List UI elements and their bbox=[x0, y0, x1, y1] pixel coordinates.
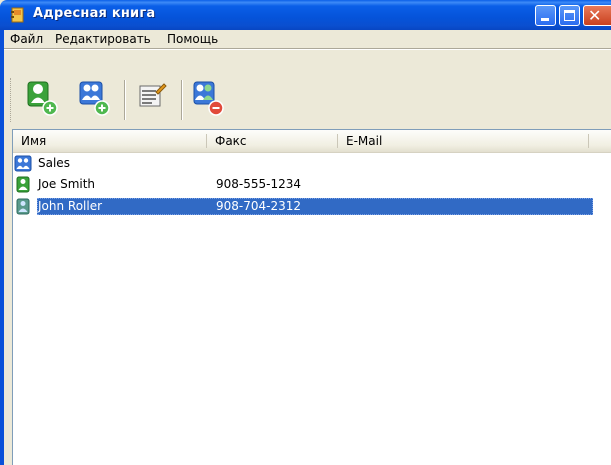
contact-list[interactable]: Имя Факс E-Mail Sales Joe Smith 908-555-… bbox=[12, 129, 611, 465]
close-button[interactable]: ✕ bbox=[583, 5, 611, 26]
contact-name: Sales bbox=[38, 156, 70, 170]
contact-fax: 908-555-1234 bbox=[216, 177, 302, 191]
close-icon: ✕ bbox=[588, 6, 602, 25]
menu-file[interactable]: Файл bbox=[10, 32, 43, 46]
column-header-email[interactable]: E-Mail bbox=[338, 130, 588, 152]
delete-contact-icon bbox=[193, 81, 224, 116]
add-contact-button[interactable] bbox=[22, 72, 66, 124]
maximize-icon bbox=[564, 10, 575, 21]
menu-separator-highlight bbox=[4, 49, 611, 50]
add-group-icon bbox=[79, 81, 110, 116]
column-separator[interactable] bbox=[588, 134, 589, 148]
window-title: Адресная книга bbox=[33, 6, 156, 21]
column-header-fax[interactable]: Факс bbox=[207, 130, 337, 152]
contact-icon bbox=[16, 198, 30, 215]
contact-icon bbox=[16, 176, 30, 193]
toolbar-divider bbox=[181, 80, 183, 120]
selection-highlight bbox=[37, 198, 593, 215]
contact-name: Joe Smith bbox=[38, 177, 96, 191]
menu-bar: Файл Редактировать Помощь bbox=[4, 30, 611, 48]
edit-icon bbox=[139, 83, 167, 107]
address-book-icon bbox=[11, 7, 24, 23]
toolbar-divider bbox=[124, 80, 126, 120]
menu-help[interactable]: Помощь bbox=[167, 32, 218, 46]
address-book-window: Адресная книга ✕ Файл Редактировать Помо… bbox=[0, 0, 611, 465]
list-item[interactable]: Joe Smith 908-555-1234 bbox=[13, 176, 611, 193]
toolbar-gripper[interactable] bbox=[10, 78, 14, 122]
column-header-name[interactable]: Имя bbox=[13, 130, 206, 152]
list-item[interactable]: Sales bbox=[13, 155, 611, 172]
minimize-button[interactable] bbox=[535, 5, 556, 26]
menu-edit[interactable]: Редактировать bbox=[55, 32, 151, 46]
contact-fax: 908-704-2312 bbox=[216, 199, 302, 213]
toolbar bbox=[4, 72, 611, 128]
add-contact-icon bbox=[27, 81, 58, 116]
add-group-button[interactable] bbox=[74, 72, 118, 124]
contact-name: John Roller bbox=[38, 199, 103, 213]
column-header-bar: Имя Факс E-Mail bbox=[13, 130, 611, 153]
title-bar[interactable]: Адресная книга ✕ bbox=[0, 0, 611, 30]
edit-button[interactable] bbox=[132, 72, 176, 124]
list-item-selected[interactable]: John Roller 908-704-2312 bbox=[13, 198, 611, 215]
minimize-icon bbox=[541, 18, 549, 21]
maximize-button[interactable] bbox=[559, 5, 580, 26]
delete-button[interactable] bbox=[188, 72, 232, 124]
group-icon bbox=[14, 155, 32, 172]
